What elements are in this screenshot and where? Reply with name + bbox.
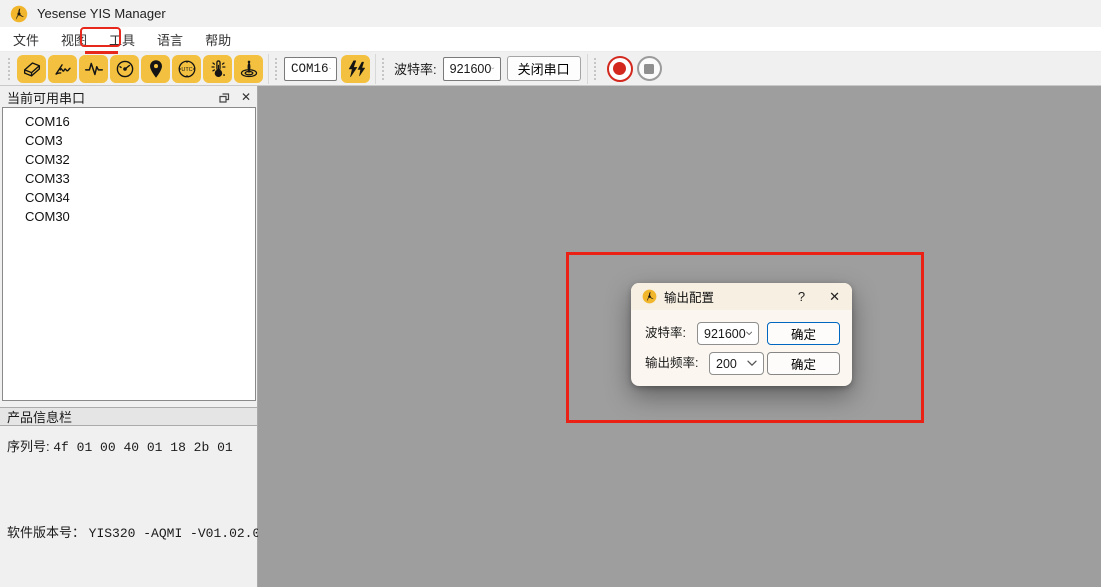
toolbar-separator: [268, 54, 269, 84]
left-dock-area: 当前可用串口 ✕ COM16 COM3 COM32 COM33 COM34 CO…: [0, 86, 258, 587]
list-item[interactable]: COM34: [3, 188, 255, 207]
menu-language[interactable]: 语言: [148, 27, 192, 52]
chevron-down-icon: [747, 360, 757, 367]
dialog-frequency-row: 输出频率: 200 确定: [631, 352, 852, 375]
menu-view[interactable]: 视图: [52, 27, 96, 52]
baud-rate-label: 波特率:: [394, 59, 437, 78]
float-panel-icon[interactable]: [218, 91, 231, 104]
close-serial-port-button[interactable]: 关闭串口: [507, 56, 581, 81]
menu-help[interactable]: 帮助: [196, 27, 240, 52]
dialog-logo-icon: [642, 289, 657, 304]
toolbar-separator: [375, 54, 376, 84]
stop-button[interactable]: [637, 56, 662, 81]
menu-file[interactable]: 文件: [4, 27, 48, 52]
dialog-baud-combobox[interactable]: 921600: [697, 322, 759, 345]
record-icon: [613, 62, 626, 75]
dialog-frequency-value: 200: [716, 357, 737, 371]
window-titlebar: Yesense YIS Manager: [0, 0, 1101, 27]
app-logo-icon: [10, 5, 28, 23]
utc-clock-icon[interactable]: UTC: [172, 55, 201, 83]
cube-3d-icon[interactable]: [17, 55, 46, 83]
port-combobox-value: COM16: [291, 62, 329, 76]
toolbar-grip[interactable]: [274, 57, 279, 81]
dialog-baud-label: 波特率:: [645, 322, 686, 345]
chevron-down-icon: [329, 65, 331, 72]
baud-rate-combobox[interactable]: 921600: [443, 57, 501, 81]
list-item[interactable]: COM30: [3, 207, 255, 226]
dialog-baud-row: 波特率: 921600 确定: [631, 322, 852, 345]
list-item[interactable]: COM16: [3, 112, 255, 131]
list-item[interactable]: COM32: [3, 150, 255, 169]
chevron-down-icon: [491, 65, 494, 72]
stop-icon: [644, 64, 654, 74]
dialog-close-icon[interactable]: ✕: [829, 289, 840, 305]
dialog-baud-value: 921600: [704, 327, 746, 341]
menubar: 文件 视图 工具 语言 帮助: [0, 27, 1101, 51]
dialog-frequency-ok-button[interactable]: 确定: [767, 352, 840, 375]
toolbar-grip[interactable]: [7, 57, 12, 81]
utc-label: UTC: [181, 67, 192, 73]
dialog-titlebar[interactable]: 输出配置 ? ✕: [631, 283, 852, 310]
window-title: Yesense YIS Manager: [37, 6, 166, 21]
temperature-icon[interactable]: [203, 55, 232, 83]
product-info-title: 产品信息栏: [7, 407, 72, 426]
dialog-frequency-label: 输出频率:: [645, 352, 698, 375]
dialog-frequency-combobox[interactable]: 200: [709, 352, 764, 375]
magnetometer-icon[interactable]: [234, 55, 263, 83]
software-version-value: YIS320 -AQMI -V01.02.03;: [89, 526, 276, 541]
close-panel-icon[interactable]: ✕: [241, 91, 251, 104]
serial-port-list[interactable]: COM16 COM3 COM32 COM33 COM34 COM30: [2, 107, 256, 401]
port-combobox[interactable]: COM16: [284, 57, 337, 81]
serial-number-label: 序列号:: [7, 439, 50, 454]
toolbar-grip[interactable]: [381, 57, 386, 81]
refresh-ports-icon[interactable]: [341, 55, 370, 83]
gauge-icon[interactable]: [110, 55, 139, 83]
dialog-help-icon[interactable]: ?: [792, 289, 811, 304]
baud-rate-value: 921600: [450, 62, 492, 76]
dialog-baud-ok-button[interactable]: 确定: [767, 322, 840, 345]
software-version-row: 软件版本号： YIS320 -AQMI -V01.02.03;: [7, 522, 276, 541]
attitude-curve-icon[interactable]: [48, 55, 77, 83]
serial-number-row: 序列号: 4f 01 00 40 01 18 2b 01: [7, 436, 233, 455]
product-info-header: 产品信息栏: [0, 407, 257, 426]
list-item[interactable]: COM3: [3, 131, 255, 150]
toolbar-separator: [587, 54, 588, 84]
menu-tools[interactable]: 工具: [100, 27, 144, 52]
toolbar-grip[interactable]: [593, 57, 598, 81]
output-config-dialog: 输出配置 ? ✕ 波特率: 921600 确定 输出频率: 200 确定: [631, 283, 852, 386]
ports-panel-header: 当前可用串口 ✕: [0, 88, 257, 107]
ports-panel-title: 当前可用串口: [7, 88, 85, 107]
software-version-label: 软件版本号：: [7, 525, 85, 540]
list-item[interactable]: COM33: [3, 169, 255, 188]
location-icon[interactable]: [141, 55, 170, 83]
chevron-down-icon: [746, 330, 752, 337]
record-button[interactable]: [607, 56, 633, 82]
serial-number-value: 4f 01 00 40 01 18 2b 01: [53, 440, 232, 455]
waveform-icon[interactable]: [79, 55, 108, 83]
toolbar: UTC COM16 波特率: 921600: [0, 51, 1101, 86]
dialog-title: 输出配置: [664, 287, 714, 306]
